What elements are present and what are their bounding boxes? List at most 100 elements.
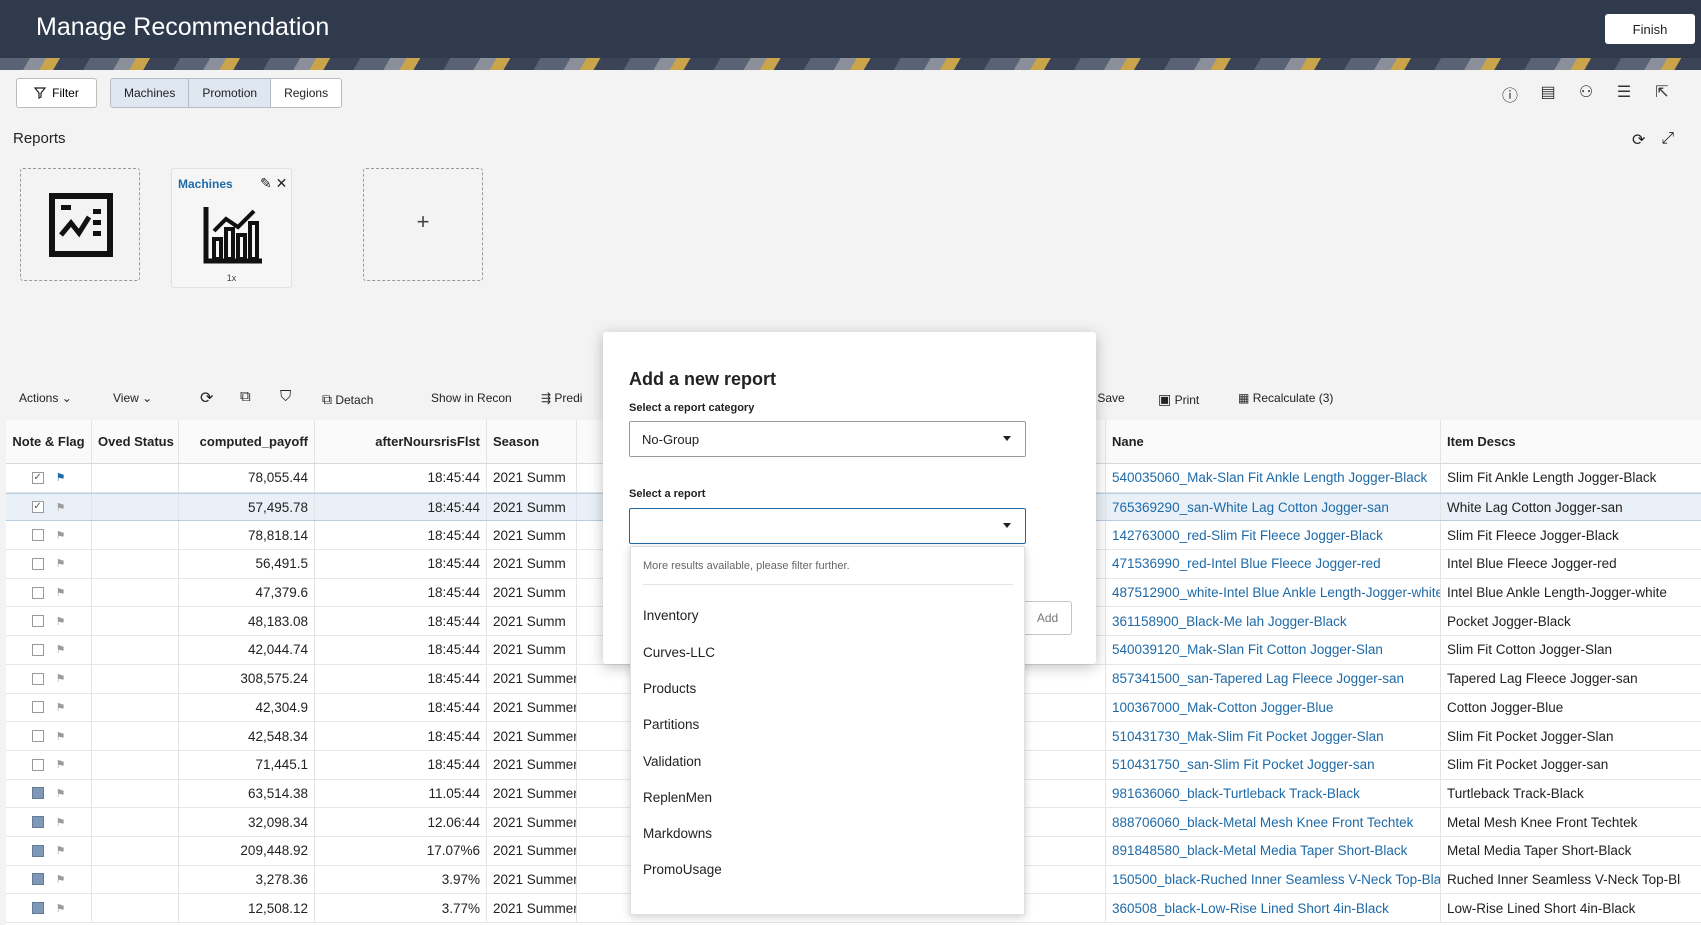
row-checkbox[interactable] xyxy=(31,902,44,915)
row-checkbox[interactable] xyxy=(31,701,44,714)
column-header-note-flag[interactable]: Note & Flag xyxy=(6,420,92,463)
row-checkbox[interactable] xyxy=(31,586,44,599)
row-checkbox[interactable] xyxy=(31,557,44,570)
report-select[interactable] xyxy=(629,508,1026,544)
row-checkbox[interactable] xyxy=(31,844,44,857)
detach-button[interactable]: ⧉ Detach xyxy=(322,391,373,408)
column-header-item-desc[interactable]: Item Descs xyxy=(1441,420,1681,463)
flag-icon[interactable]: ⚑ xyxy=(56,501,66,514)
predict-button[interactable]: ⇶ Predi xyxy=(541,391,582,405)
dropdown-item-markdowns[interactable]: Markdowns xyxy=(643,826,712,841)
info-icon[interactable]: ⓘ xyxy=(1500,82,1520,105)
category-select[interactable]: No-Group xyxy=(629,421,1026,457)
name-link[interactable]: 765369290_san-White Lag Cotton Jogger-sa… xyxy=(1106,493,1441,521)
close-icon[interactable]: ✕ xyxy=(276,175,288,191)
row-checkbox[interactable] xyxy=(31,730,44,743)
name-link[interactable]: 487512900_white-Intel Blue Ankle Length-… xyxy=(1106,578,1441,607)
export-icon[interactable]: ⇱ xyxy=(1652,82,1672,102)
name-link[interactable]: 510431750_san-Slim Fit Pocket Jogger-san xyxy=(1106,750,1441,779)
edit-pencil-icon[interactable]: ✎ xyxy=(260,175,272,191)
flag-icon[interactable]: ⚑ xyxy=(56,643,66,656)
print-button[interactable]: ▣ Print xyxy=(1158,391,1199,408)
column-header-computed-payoff[interactable]: computed_payoff xyxy=(179,420,315,463)
flag-icon[interactable]: ⚑ xyxy=(56,730,66,743)
column-header-status[interactable]: Oved Status xyxy=(92,420,179,463)
name-link[interactable]: 540039120_Mak-Slan Fit Cotton Jogger-Sla… xyxy=(1106,636,1441,664)
report-tile-label: Machines xyxy=(178,177,233,191)
flag-icon[interactable]: ⚑ xyxy=(56,844,66,857)
tab-regions[interactable]: Regions xyxy=(271,79,342,107)
row-checkbox[interactable] xyxy=(31,615,44,628)
actions-menu[interactable]: Actions ⌄ xyxy=(19,391,72,405)
tab-machines[interactable]: Machines xyxy=(111,79,190,107)
refresh-grid-icon[interactable]: ⟳ xyxy=(200,388,213,408)
column-header-after-hours[interactable]: afterNoursrisFlst xyxy=(315,420,487,463)
flag-icon[interactable]: ⚑ xyxy=(56,758,66,771)
name-link[interactable]: 857341500_san-Tapered Lag Fleece Jogger-… xyxy=(1106,664,1441,693)
name-link[interactable]: 360508_black-Low-Rise Lined Short 4in-Bl… xyxy=(1106,894,1441,922)
flag-icon[interactable]: ⚑ xyxy=(56,615,66,628)
row-checkbox[interactable] xyxy=(31,873,44,886)
name-link[interactable]: 150500_black-Ruched Inner Seamless V-Nec… xyxy=(1106,865,1441,894)
dropdown-item-partitions[interactable]: Partitions xyxy=(643,717,699,732)
name-link[interactable]: 142763000_red-Slim Fit Fleece Jogger-Bla… xyxy=(1106,521,1441,550)
row-checkbox[interactable] xyxy=(31,816,44,829)
row-checkbox[interactable]: ✓ xyxy=(31,501,44,514)
flag-icon[interactable]: ⚑ xyxy=(56,672,66,685)
after-hours-cell: 11.05:44 xyxy=(315,779,487,808)
add-button[interactable]: Add xyxy=(1023,601,1072,635)
filter-button[interactable]: Filter xyxy=(16,78,97,108)
name-link[interactable]: 891848580_black-Metal Media Taper Short-… xyxy=(1106,836,1441,865)
row-checkbox[interactable] xyxy=(31,672,44,685)
report-tile-dashboard[interactable] xyxy=(20,168,140,281)
tab-promotion[interactable]: Promotion xyxy=(189,79,272,107)
finish-button[interactable]: Finish xyxy=(1605,14,1695,44)
dropdown-item-promousage[interactable]: PromoUsage xyxy=(643,862,722,877)
expand-icon[interactable]: ⤢ xyxy=(1661,130,1674,150)
note-flag-cell: ⚑ xyxy=(6,664,92,693)
name-link[interactable]: 540035060_Mak-Slan Fit Ankle Length Jogg… xyxy=(1106,464,1441,492)
dropdown-item-replenmen[interactable]: ReplenMen xyxy=(643,790,712,805)
grid-filter-icon[interactable]: ⛉ xyxy=(280,388,291,405)
row-checkbox[interactable] xyxy=(31,529,44,542)
name-link[interactable]: 981636060_black-Turtleback Track-Black xyxy=(1106,779,1441,808)
row-checkbox[interactable] xyxy=(31,787,44,800)
refresh-icon[interactable]: ⟳ xyxy=(1632,130,1645,150)
flag-icon[interactable]: ⚑ xyxy=(56,586,66,599)
handshake-icon[interactable]: ⚇ xyxy=(1576,82,1596,102)
show-in-recon-button[interactable]: Show in Recon xyxy=(431,391,512,405)
item-desc-cell: Slim Fit Pocket Jogger-san xyxy=(1447,757,1609,773)
row-checkbox[interactable]: ✓ xyxy=(31,471,44,484)
dropdown-item-products[interactable]: Products xyxy=(643,681,696,696)
list-icon[interactable]: ☰ xyxy=(1614,82,1634,102)
name-link[interactable]: 100367000_Mak-Cotton Jogger-Blue xyxy=(1106,693,1441,722)
status-cell xyxy=(92,521,179,550)
flag-icon[interactable]: ⚑ xyxy=(56,471,66,484)
report-icon[interactable]: ▤ xyxy=(1538,82,1558,102)
dropdown-item-validation[interactable]: Validation xyxy=(643,754,701,769)
flag-icon[interactable]: ⚑ xyxy=(56,557,66,570)
flag-icon[interactable]: ⚑ xyxy=(56,787,66,800)
name-link[interactable]: 471536990_red-Intel Blue Fleece Jogger-r… xyxy=(1106,550,1441,578)
column-header-season[interactable]: Season xyxy=(487,420,577,463)
chevron-down-icon xyxy=(1003,436,1011,441)
flag-icon[interactable]: ⚑ xyxy=(56,529,66,542)
recalculate-button[interactable]: ▦ Recalculate (3) xyxy=(1238,391,1333,405)
note-flag-cell: ⚑ xyxy=(6,894,92,922)
dropdown-item-curves[interactable]: Curves-LLC xyxy=(643,645,715,660)
flag-icon[interactable]: ⚑ xyxy=(56,902,66,915)
row-checkbox[interactable] xyxy=(31,758,44,771)
flag-icon[interactable]: ⚑ xyxy=(56,816,66,829)
column-header-name[interactable]: Nane xyxy=(1106,420,1441,463)
flag-icon[interactable]: ⚑ xyxy=(56,701,66,714)
copy-icon[interactable]: ⧉ xyxy=(240,388,251,405)
flag-icon[interactable]: ⚑ xyxy=(56,873,66,886)
add-report-tile[interactable]: + xyxy=(363,168,483,281)
row-checkbox[interactable] xyxy=(31,643,44,656)
report-tile-machines[interactable]: Machines ✎ ✕ 1x xyxy=(171,168,292,288)
view-menu[interactable]: View ⌄ xyxy=(113,391,152,405)
name-link[interactable]: 361158900_Black-Me lah Jogger-Black xyxy=(1106,607,1441,636)
name-link[interactable]: 510431730_Mak-Slim Fit Pocket Jogger-Sla… xyxy=(1106,722,1441,750)
dropdown-item-inventory[interactable]: Inventory xyxy=(643,608,699,623)
name-link[interactable]: 888706060_black-Metal Mesh Knee Front Te… xyxy=(1106,808,1441,836)
